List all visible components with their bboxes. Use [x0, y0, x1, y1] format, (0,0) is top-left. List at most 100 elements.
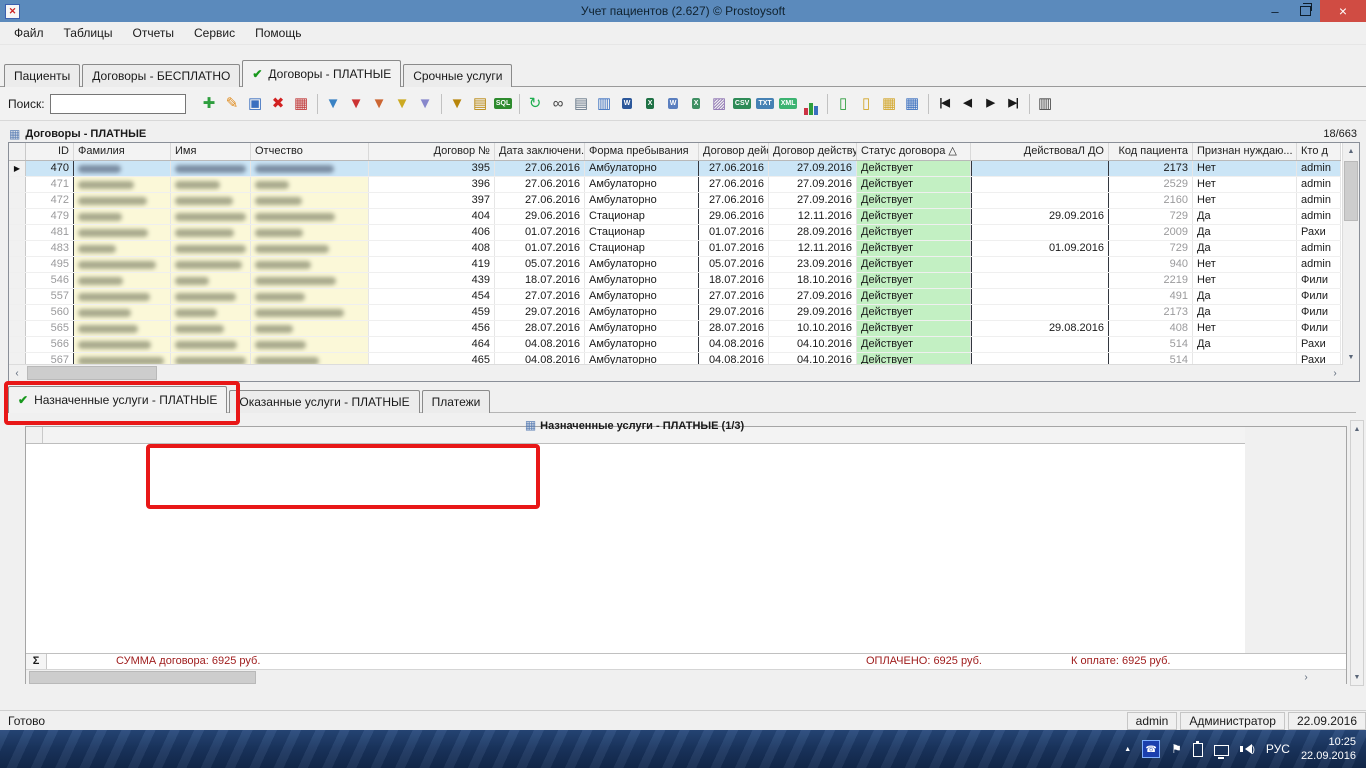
cell-status[interactable]: Действует — [857, 353, 971, 364]
cell-status[interactable]: Действует — [857, 305, 971, 320]
table-row[interactable]: 56545628.07.2016Амбулаторно28.07.201610.… — [9, 321, 1341, 337]
cell-acted_until[interactable] — [971, 337, 1109, 352]
col-header-acted_until[interactable]: ДействоваЛ ДО — [971, 143, 1109, 160]
refresh-icon[interactable]: ↻ — [524, 92, 547, 115]
edit-record-icon[interactable]: ✎ — [221, 92, 244, 115]
cell-status[interactable]: Действует — [857, 257, 971, 272]
cell-valid_from[interactable]: 27.06.2016 — [699, 177, 769, 192]
cell-valid_to[interactable]: 04.10.2016 — [769, 353, 857, 364]
nav-next-icon[interactable]: ▶ — [979, 92, 1002, 115]
contracts-vertical-scrollbar[interactable]: ▲ ▼ — [1342, 143, 1359, 365]
cell-acted_until[interactable] — [971, 161, 1109, 176]
cell-patient_code[interactable]: 729 — [1109, 209, 1193, 224]
export-csv-icon[interactable]: CSV — [731, 92, 754, 115]
cell-needs[interactable]: Нет — [1193, 193, 1297, 208]
cell-id[interactable]: 472 — [26, 193, 74, 208]
cell-patient_code[interactable]: 2173 — [1109, 161, 1193, 176]
cell-valid_from[interactable]: 01.07.2016 — [699, 225, 769, 240]
menu-help[interactable]: Помощь — [245, 23, 311, 43]
cell-id[interactable]: 565 — [26, 321, 74, 336]
close-button[interactable]: × — [1320, 0, 1366, 22]
cell-valid_to[interactable]: 29.09.2016 — [769, 305, 857, 320]
delete-record-icon[interactable]: ✖ — [267, 92, 290, 115]
cell-who[interactable]: Фили — [1297, 321, 1341, 336]
print-icon[interactable]: ▤ — [570, 92, 593, 115]
cell-date_signed[interactable]: 04.08.2016 — [495, 353, 585, 364]
export-xml-icon[interactable]: XML — [777, 92, 800, 115]
cell-valid_from[interactable]: 04.08.2016 — [699, 337, 769, 352]
cell-status[interactable]: Действует — [857, 177, 971, 192]
table-row[interactable]: 47139627.06.2016Амбулаторно27.06.201627.… — [9, 177, 1341, 193]
cell-valid_from[interactable]: 27.06.2016 — [699, 193, 769, 208]
cell-id[interactable]: 557 — [26, 289, 74, 304]
filter-remove-icon[interactable]: ▼ — [345, 92, 368, 115]
cell-who[interactable]: Рахи — [1297, 353, 1341, 364]
cell-date_signed[interactable]: 27.06.2016 — [495, 193, 585, 208]
cell-who[interactable]: Фили — [1297, 289, 1341, 304]
export-excel-icon[interactable]: X — [639, 92, 662, 115]
tab-assigned-services[interactable]: ✔Назначенные услуги - ПЛАТНЫЕ — [8, 386, 227, 413]
cell-contract_no[interactable]: 456 — [369, 321, 495, 336]
cell-patient_code[interactable]: 2160 — [1109, 193, 1193, 208]
cell-id[interactable]: 479 — [26, 209, 74, 224]
col-header-middle_name[interactable]: Отчество — [251, 143, 369, 160]
cell-needs[interactable]: Да — [1193, 225, 1297, 240]
cell-id[interactable]: 481 — [26, 225, 74, 240]
cell-acted_until[interactable] — [971, 257, 1109, 272]
cell-stay_form[interactable]: Стационар — [585, 209, 699, 224]
col-header-first_name[interactable]: Имя — [171, 143, 251, 160]
export-other-icon[interactable]: ▨ — [708, 92, 731, 115]
cell-stay_form[interactable]: Стационар — [585, 241, 699, 256]
cell-stay_form[interactable]: Амбулаторно — [585, 177, 699, 192]
cell-valid_from[interactable]: 05.07.2016 — [699, 257, 769, 272]
cell-patient_code[interactable]: 729 — [1109, 241, 1193, 256]
cell-first_name-blurred[interactable] — [171, 289, 251, 304]
menu-reports[interactable]: Отчеты — [123, 23, 184, 43]
cell-needs[interactable]: Да — [1193, 209, 1297, 224]
column-settings-icon[interactable]: ▯ — [855, 92, 878, 115]
table-row[interactable]: 47239727.06.2016Амбулаторно27.06.201627.… — [9, 193, 1341, 209]
group-view-icon[interactable]: ▤ — [469, 92, 492, 115]
cell-status[interactable]: Действует — [857, 209, 971, 224]
scroll-thumb[interactable] — [1344, 161, 1358, 221]
cell-first_name-blurred[interactable] — [171, 353, 251, 364]
cell-date_signed[interactable]: 05.07.2016 — [495, 257, 585, 272]
cell-acted_until[interactable] — [971, 225, 1109, 240]
nav-first-icon[interactable]: |◀ — [933, 92, 956, 115]
cell-who[interactable]: Рахи — [1297, 337, 1341, 352]
cell-first_name-blurred[interactable] — [171, 321, 251, 336]
cell-last_name-blurred[interactable] — [74, 353, 171, 364]
cell-date_signed[interactable]: 29.06.2016 — [495, 209, 585, 224]
cell-date_signed[interactable]: 04.08.2016 — [495, 337, 585, 352]
scroll-left-icon[interactable]: ‹ — [9, 365, 25, 381]
cell-acted_until[interactable] — [971, 353, 1109, 364]
cell-middle_name-blurred[interactable] — [251, 289, 369, 304]
cell-date_signed[interactable]: 29.07.2016 — [495, 305, 585, 320]
cell-last_name-blurred[interactable] — [74, 193, 171, 208]
cell-patient_code[interactable]: 514 — [1109, 337, 1193, 352]
filter-clear-icon[interactable]: ▼ — [368, 92, 391, 115]
cell-patient_code[interactable]: 2173 — [1109, 305, 1193, 320]
export-word-icon[interactable]: W — [616, 92, 639, 115]
cell-stay_form[interactable]: Амбулаторно — [585, 337, 699, 352]
filter-view-icon[interactable]: ▼ — [446, 92, 469, 115]
cell-middle_name-blurred[interactable] — [251, 353, 369, 364]
table-row[interactable]: 55745427.07.2016Амбулаторно27.07.201627.… — [9, 289, 1341, 305]
cell-valid_to[interactable]: 18.10.2016 — [769, 273, 857, 288]
col-header-status[interactable]: Статус договора △ — [857, 143, 971, 160]
cell-id[interactable]: 566 — [26, 337, 74, 352]
language-indicator[interactable]: РУС — [1266, 742, 1290, 756]
table-row[interactable]: 56045929.07.2016Амбулаторно29.07.201629.… — [9, 305, 1341, 321]
search-input[interactable] — [50, 94, 186, 114]
col-header-last_name[interactable]: Фамилия — [74, 143, 171, 160]
cell-id[interactable]: 560 — [26, 305, 74, 320]
export-txt-icon[interactable]: TXT — [754, 92, 777, 115]
table-row[interactable]: 56646404.08.2016Амбулаторно04.08.201604.… — [9, 337, 1341, 353]
cell-valid_to[interactable]: 27.09.2016 — [769, 289, 857, 304]
cell-middle_name-blurred[interactable] — [251, 257, 369, 272]
cell-id[interactable]: 470 — [26, 161, 74, 176]
nav-prev-icon[interactable]: ◀ — [956, 92, 979, 115]
cell-id[interactable]: 546 — [26, 273, 74, 288]
cell-needs[interactable]: Да — [1193, 241, 1297, 256]
cell-middle_name-blurred[interactable] — [251, 241, 369, 256]
